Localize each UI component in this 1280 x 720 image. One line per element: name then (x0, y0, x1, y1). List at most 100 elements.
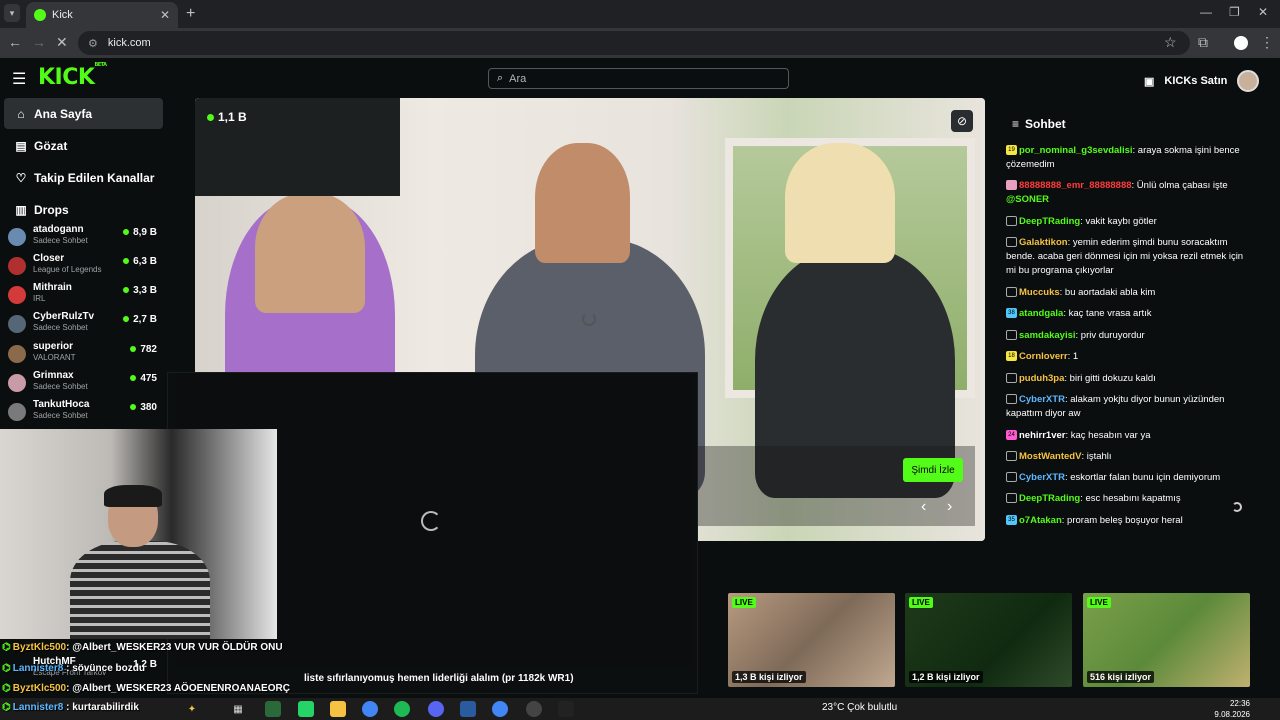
chrome-active-icon[interactable] (492, 701, 508, 717)
minimize-icon[interactable]: — (1200, 5, 1212, 19)
live-viewer-badge: 1,1 B (207, 110, 247, 124)
viewer-count-text: 8,9 B (133, 227, 157, 238)
chat-username[interactable]: nehirr1ver (1019, 430, 1065, 441)
overlay-chat-text: : @Albert_WESKER23 VUR VUR ÖLDÜR ONU (66, 642, 283, 653)
carousel-prev-icon[interactable]: ‹ (921, 498, 926, 516)
stop-loading-icon[interactable]: ✕ (56, 34, 68, 51)
chat-mention[interactable]: @SONER (1006, 194, 1049, 205)
overlay-chat-user: Lannister8 (12, 663, 64, 674)
chat-collapse-icon[interactable]: ≡ (1012, 117, 1019, 131)
weather-widget[interactable]: 23°C Çok bulutlu (822, 702, 897, 713)
kick-logo[interactable]: KICKBETA (38, 62, 107, 90)
sidebar-item-following[interactable]: ♡ Takip Edilen Kanallar (4, 162, 163, 193)
close-window-icon[interactable]: ✕ (1258, 5, 1268, 19)
channel-item[interactable]: Grimnax Sadece Sohbet 475 (8, 370, 160, 398)
close-tab-icon[interactable]: ✕ (160, 8, 170, 22)
bookmark-star-icon[interactable]: ☆ (1164, 34, 1177, 51)
chat-badge-icon: 19 (1006, 145, 1017, 156)
channel-item[interactable]: CyberRulzTv Sadece Sohbet 2,7 B (8, 311, 160, 339)
inbox-icon[interactable]: ▣ (1144, 75, 1154, 88)
viewer-count-text: 3,3 B (133, 285, 157, 296)
channel-item[interactable]: superior VALORANT 782 (8, 341, 160, 369)
search-input[interactable]: ⌕ Ara (488, 68, 789, 89)
chat-username[interactable]: puduh3pa (1019, 373, 1064, 384)
webcam-person-body (70, 541, 210, 639)
back-icon[interactable]: ← (8, 34, 22, 50)
whatsapp-icon[interactable] (298, 701, 314, 717)
search-icon: ⌕ (497, 72, 504, 84)
channel-item[interactable]: Mithrain IRL 3,3 B (8, 282, 160, 310)
chat-text: : esc hesabını kapatmış (1080, 493, 1181, 504)
user-avatar[interactable] (1237, 70, 1260, 92)
carousel-next-icon[interactable]: › (947, 498, 952, 516)
new-tab-button[interactable]: + (186, 5, 195, 23)
chat-username[interactable]: samdakayisi (1019, 330, 1076, 341)
maximize-icon[interactable]: ❐ (1229, 5, 1240, 19)
tab-search-button[interactable]: ▾ (4, 4, 20, 22)
chat-message: 18 Cornloverr: 1 (1006, 350, 1246, 364)
overlay-chat-user: Lannister8 (12, 702, 64, 713)
stream-card[interactable]: LIVE 1,2 B kişi izliyor (905, 593, 1072, 687)
stream-card[interactable]: LIVE 516 kişi izliyor (1083, 593, 1250, 687)
chat-username[interactable]: CyberXTR (1019, 394, 1065, 405)
live-badge: LIVE (1087, 597, 1111, 608)
chat-badge-icon: 38 (1006, 308, 1017, 319)
mute-toggle-icon[interactable]: ⊘ (951, 110, 973, 132)
clock-time: 22:36 (1229, 699, 1250, 708)
chat-username[interactable]: Muccuks (1019, 287, 1060, 298)
avatar (8, 286, 26, 304)
spotify-icon[interactable] (394, 701, 410, 717)
browser-tab[interactable]: Kick ✕ (26, 2, 178, 28)
chat-username[interactable]: Galaktikon (1019, 237, 1068, 248)
discord-icon[interactable] (428, 701, 444, 717)
app-icon[interactable] (460, 701, 476, 717)
channel-category: League of Legends (33, 265, 102, 274)
viewer-count-text: 6,3 B (133, 256, 157, 267)
app-icon[interactable] (265, 701, 281, 717)
site-info-icon[interactable]: ⚙ (88, 37, 98, 50)
chat-username[interactable]: DeepTRading (1019, 493, 1080, 504)
sidebar-item-home[interactable]: ⌂ Ana Sayfa (4, 98, 163, 129)
chat-username[interactable]: DeepTRading (1019, 216, 1080, 227)
chat-username[interactable]: CyberXTR (1019, 472, 1065, 483)
watch-now-button[interactable]: Şimdi İzle (903, 458, 963, 482)
sidebar-item-browse[interactable]: ▤ Gözat (4, 130, 163, 161)
chat-message: Muccuks: bu aortadaki abla kim (1006, 286, 1246, 300)
sidebar-item-drops[interactable]: ▥ Drops (4, 194, 163, 225)
chat-message: CyberXTR: alakam yokjtu diyor bunun yüzü… (1006, 393, 1246, 421)
channel-item[interactable]: atadogann Sadece Sohbet 8,9 B (8, 224, 160, 252)
os-taskbar: ⌬ Lannister8 : kurtarabilirdik ✦ ▦ 23°C Ç… (0, 698, 1280, 720)
forward-icon[interactable]: → (32, 34, 46, 50)
profile-icon[interactable] (1234, 36, 1248, 50)
chat-badge-icon (1006, 373, 1017, 384)
kick-favicon-icon (34, 9, 46, 21)
chat-username[interactable]: MostWantedV (1019, 451, 1081, 462)
obs-icon[interactable] (526, 701, 542, 717)
system-clock[interactable]: 22:36 9.08.2026 (1196, 698, 1250, 720)
channel-item[interactable]: Closer League of Legends 6,3 B (8, 253, 160, 281)
epic-games-icon[interactable] (558, 701, 574, 717)
sparkle-icon[interactable]: ✦ (184, 701, 200, 717)
extensions-icon[interactable]: ⧉ (1198, 34, 1208, 51)
live-badge: LIVE (909, 597, 933, 608)
task-view-icon[interactable]: ▦ (230, 701, 246, 717)
chat-username[interactable]: Cornloverr (1019, 351, 1068, 362)
chat-username[interactable]: 88888888_emr_88888888 (1019, 180, 1132, 191)
chat-badge-icon (1006, 216, 1017, 227)
hamburger-menu-icon[interactable]: ☰ (12, 69, 26, 89)
browser-menu-icon[interactable]: ⋮ (1260, 34, 1274, 51)
stream-card[interactable]: LIVE 1,3 B kişi izliyor (728, 593, 895, 687)
file-explorer-icon[interactable] (330, 701, 346, 717)
viewer-count-text: 782 (140, 344, 157, 355)
heart-icon: ♡ (15, 170, 27, 185)
chat-username[interactable]: por_nominal_g3sevdalisi (1019, 145, 1133, 156)
chat-username[interactable]: o7Atakan (1019, 515, 1062, 526)
chat-username[interactable]: atandgala (1019, 308, 1063, 319)
kicks-button[interactable]: KICKs Satın (1164, 75, 1227, 87)
channel-item[interactable]: TankutHoca Sadece Sohbet 380 (8, 399, 160, 427)
chat-user-icon: ⌬ (2, 683, 11, 694)
overlay-chat-text: : @Albert_WESKER23 AÖOENENROANAEORÇ (66, 683, 290, 694)
channel-category: Sadece Sohbet (33, 236, 88, 245)
chrome-icon[interactable] (362, 701, 378, 717)
address-bar[interactable]: ⚙ kick.com (78, 31, 1190, 55)
